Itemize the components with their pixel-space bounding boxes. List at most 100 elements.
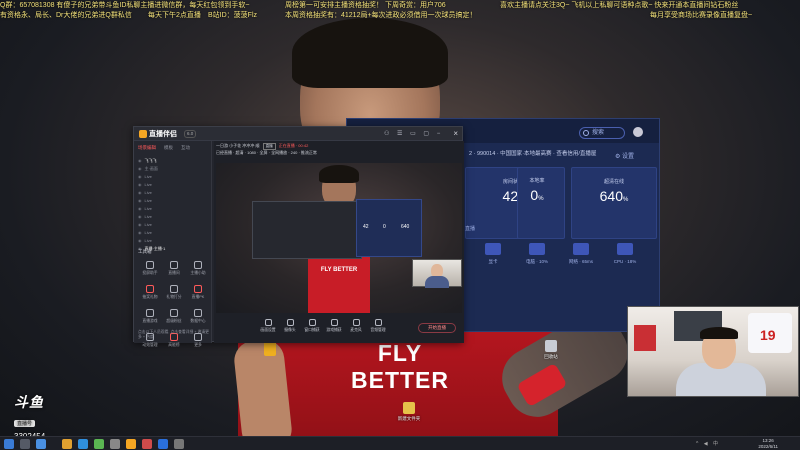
ticker-text: 每天下午2点直播 xyxy=(148,12,201,19)
close-icon[interactable]: × xyxy=(453,129,458,138)
avatar[interactable] xyxy=(633,127,643,137)
tab-interact[interactable]: 互动 xyxy=(181,145,190,150)
tool-button[interactable]: 抽奖礼物 xyxy=(138,283,162,307)
taskbar-clock[interactable]: 13:26 2022/6/11 xyxy=(758,438,778,450)
stat-label: 超清在线 xyxy=(603,179,624,185)
game-capture-button[interactable]: 游戏捕获 xyxy=(324,319,344,333)
tool-button[interactable]: 直播游戏 xyxy=(138,307,162,331)
stat-card-online: 超清在线 640% xyxy=(571,167,657,239)
preview-webcam xyxy=(412,259,462,288)
tool-button[interactable]: 数据中心 xyxy=(186,307,210,331)
desktop-icon-label: 回收站 xyxy=(544,354,558,359)
list-item[interactable]: 飞飞飞 xyxy=(138,157,208,165)
ticker-text: 周榜第一可安排主播资格抽奖！ 下周奇赏：用户706 xyxy=(285,2,446,9)
desktop-icon-label: 新建文件夹 xyxy=(397,416,421,421)
streaming-app-icon[interactable] xyxy=(126,439,136,449)
monitor-icon xyxy=(485,243,501,255)
watermark-sub: 直播号 xyxy=(14,420,36,427)
microphone-button[interactable]: 麦克风 xyxy=(346,319,366,333)
tab-template[interactable]: 模板 xyxy=(164,145,173,150)
tool-button[interactable]: 直播PK xyxy=(186,283,210,307)
stat-value: 0% xyxy=(507,187,567,203)
tool-icon xyxy=(146,261,154,269)
watermark-brand: 斗鱼 xyxy=(14,394,44,410)
tool-button[interactable]: 礼物打分 xyxy=(162,283,186,307)
tab-live[interactable]: 直播 xyxy=(465,225,475,232)
list-item[interactable]: Live xyxy=(138,205,208,213)
streaming-app-window: 直播伴侣 6.0 ⚇ ☰ ▭ ▢ − × 场景编辑 模板 互动 飞飞飞 主·画面 L… xyxy=(133,126,464,347)
computer-icon xyxy=(529,243,545,255)
list-item[interactable]: Live xyxy=(138,229,208,237)
preview-title: 一日游 小子花 冲冲冲·顺 xyxy=(216,143,260,148)
ticker-text: B站ID：菠菠Flz xyxy=(208,12,257,19)
tool-button[interactable]: 主播小助 xyxy=(186,259,210,283)
tool-button[interactable]: 超级粉丝 xyxy=(162,307,186,331)
control-label: 音频管理 xyxy=(370,328,386,332)
audio-button[interactable]: 音频管理 xyxy=(368,319,388,333)
windows-start-icon[interactable] xyxy=(4,439,14,449)
ticker-text: 有资格永、局长、Dr大佬的兄弟进Q群私信 xyxy=(0,12,132,19)
preview-video[interactable]: 42 0 640 FLY BETTER xyxy=(216,163,462,313)
recycle-bin-icon xyxy=(545,340,557,352)
device-caption: CPU · 18% xyxy=(613,259,637,264)
list-item[interactable]: Live xyxy=(138,189,208,197)
system-tray[interactable]: ^ ◀ 中 xyxy=(696,440,720,447)
network-icon xyxy=(573,243,589,255)
tool-label: 抽奖礼物 xyxy=(142,295,158,299)
microphone-icon xyxy=(352,319,360,326)
tool-label: 直播游戏 xyxy=(142,319,158,323)
webcam-body xyxy=(425,276,449,288)
list-item[interactable]: Live xyxy=(138,213,208,221)
tool-icon xyxy=(194,261,202,269)
search-icon[interactable] xyxy=(20,439,30,449)
camera-button[interactable]: 摄像头 xyxy=(280,319,300,333)
webcam-jersey: 19 xyxy=(748,313,792,353)
list-item[interactable]: Live xyxy=(138,237,208,245)
game-icon[interactable] xyxy=(158,439,168,449)
tool-label: 主播小助 xyxy=(190,271,206,275)
settings-button[interactable]: ⚙ 设置 xyxy=(615,151,634,160)
stat-unit: % xyxy=(623,197,629,203)
device-pc: 电脑 · 10% xyxy=(519,237,555,267)
tool-button[interactable]: 投屏助手 xyxy=(138,259,162,283)
preview-info-row: 已经直播 · 超清 · 1080 · 全屏 · 全网播放 · 240 · 推流正… xyxy=(216,150,317,155)
nested-stats-panel: 42 0 640 xyxy=(356,199,422,257)
start-live-button[interactable]: 开始直播 xyxy=(418,323,456,333)
app-titlebar[interactable]: 直播伴侣 6.0 ⚇ ☰ ▭ ▢ − × xyxy=(134,127,462,141)
speaker-icon xyxy=(374,319,382,326)
display-icon xyxy=(264,319,272,326)
wechat-icon[interactable] xyxy=(94,439,104,449)
device-caption: 电脑 · 10% xyxy=(525,259,548,264)
browser-icon[interactable] xyxy=(78,439,88,449)
list-item[interactable]: Live xyxy=(138,221,208,229)
tool-label: 礼物打分 xyxy=(166,295,182,299)
window-capture-button[interactable]: 窗口捕获 xyxy=(302,319,322,333)
preview-header: 一日游 小子花 冲冲冲·顺 直播 正在直播 · 00:42 已经直播 · 超清 · … xyxy=(216,143,462,161)
folder-desktop-icon[interactable]: 新建文件夹 xyxy=(394,402,424,422)
stat-value: 640% xyxy=(572,188,656,204)
douyu-icon[interactable] xyxy=(142,439,152,449)
display-settings-button[interactable]: 画面设置 xyxy=(258,319,278,333)
list-item[interactable]: Live xyxy=(138,181,208,189)
list-item[interactable]: Live xyxy=(138,197,208,205)
tool-icon xyxy=(170,285,178,293)
tab-scene-edit[interactable]: 场景编辑 xyxy=(138,145,156,150)
tool-grid: 投屏助手 直播间 主播小助 抽奖礼物 礼物打分 直播PK 直播游戏 超级粉丝 数… xyxy=(138,259,210,355)
tool-icon xyxy=(146,309,154,317)
task-view-icon[interactable] xyxy=(36,439,46,449)
preview-sponsor: FLY BETTER xyxy=(320,267,358,273)
backdrop-player-hair xyxy=(292,18,448,88)
stat-number: 640 xyxy=(599,188,623,204)
list-item[interactable]: 主·画面 xyxy=(138,165,208,173)
titlebar-icons[interactable]: ⚇ ☰ ▭ ▢ − xyxy=(384,130,443,137)
app-icon[interactable] xyxy=(174,439,184,449)
recycle-bin-desktop-icon[interactable]: 回收站 xyxy=(536,340,566,360)
douyu-watermark: 斗鱼 直播号 3302454 xyxy=(14,392,60,441)
file-explorer-icon[interactable] xyxy=(62,439,72,449)
folder-icon xyxy=(403,402,415,414)
tool-button[interactable]: 直播间 xyxy=(162,259,186,283)
camera-icon xyxy=(286,319,294,326)
app-icon[interactable] xyxy=(110,439,120,449)
search-input[interactable]: 搜索 xyxy=(579,127,625,139)
list-item[interactable]: Live xyxy=(138,173,208,181)
